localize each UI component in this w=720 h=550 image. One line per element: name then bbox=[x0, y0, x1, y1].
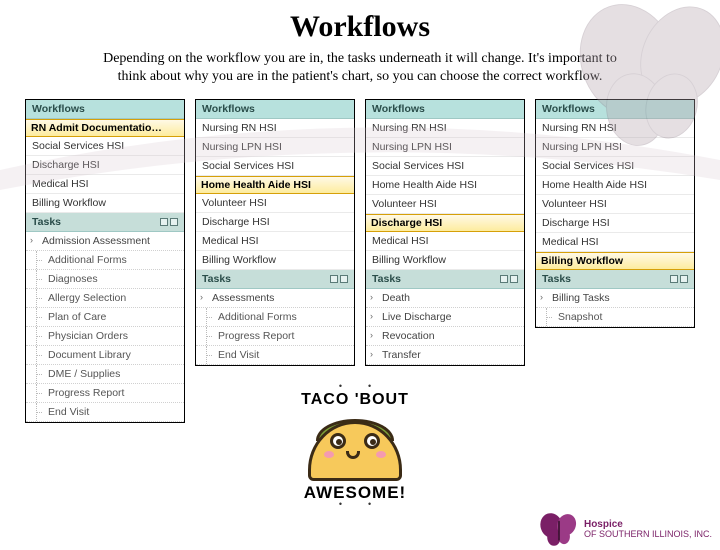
task-item[interactable]: Additional Forms bbox=[26, 251, 184, 270]
collapse-expand-icon[interactable] bbox=[500, 275, 518, 283]
workflow-item[interactable]: Volunteer HSI bbox=[366, 195, 524, 214]
task-item[interactable]: › Billing Tasks bbox=[536, 289, 694, 308]
taco-graphic: •• TACO 'BOUT AWESOME! •• bbox=[260, 385, 450, 509]
task-item[interactable]: Allergy Selection bbox=[26, 289, 184, 308]
chevron-right-icon: › bbox=[370, 311, 373, 321]
panels-row: WorkflowsRN Admit Documentatio…Social Se… bbox=[0, 85, 720, 423]
workflow-item[interactable]: Nursing RN HSI bbox=[536, 119, 694, 138]
task-item[interactable]: Physician Orders bbox=[26, 327, 184, 346]
task-label: Additional Forms bbox=[48, 254, 127, 266]
task-label: DME / Supplies bbox=[48, 368, 120, 380]
task-item[interactable]: Progress Report bbox=[26, 384, 184, 403]
task-item[interactable]: › Admission Assessment bbox=[26, 232, 184, 251]
task-label: Billing Tasks bbox=[552, 292, 610, 304]
task-label: Diagnoses bbox=[48, 273, 98, 285]
task-item[interactable]: DME / Supplies bbox=[26, 365, 184, 384]
task-item[interactable]: › Death bbox=[366, 289, 524, 308]
workflow-item[interactable]: Nursing LPN HSI bbox=[196, 138, 354, 157]
collapse-expand-icon[interactable] bbox=[670, 275, 688, 283]
task-label: Additional Forms bbox=[218, 311, 297, 323]
workflow-item[interactable]: Home Health Aide HSI bbox=[196, 176, 354, 194]
workflow-item[interactable]: Billing Workflow bbox=[26, 194, 184, 213]
task-item[interactable]: Snapshot bbox=[536, 308, 694, 327]
workflows-header: Workflows bbox=[536, 100, 694, 119]
workflow-item[interactable]: Nursing RN HSI bbox=[366, 119, 524, 138]
page-subtitle: Depending on the workflow you are in, th… bbox=[90, 50, 630, 85]
workflow-item[interactable]: Billing Workflow bbox=[366, 251, 524, 270]
workflow-panel: WorkflowsNursing RN HSINursing LPN HSISo… bbox=[535, 99, 695, 328]
chevron-right-icon: › bbox=[370, 292, 373, 302]
workflow-item[interactable]: Billing Workflow bbox=[196, 251, 354, 270]
workflow-item[interactable]: Discharge HSI bbox=[196, 213, 354, 232]
task-label: Assessments bbox=[212, 292, 274, 304]
workflow-item[interactable]: Medical HSI bbox=[26, 175, 184, 194]
workflow-item[interactable]: Home Health Aide HSI bbox=[536, 176, 694, 195]
task-item[interactable]: Plan of Care bbox=[26, 308, 184, 327]
workflow-item[interactable]: Social Services HSI bbox=[536, 157, 694, 176]
chevron-right-icon: › bbox=[540, 292, 543, 302]
workflows-header: Workflows bbox=[26, 100, 184, 119]
workflow-panel: WorkflowsNursing RN HSINursing LPN HSISo… bbox=[195, 99, 355, 366]
task-label: Transfer bbox=[382, 349, 421, 361]
workflow-item[interactable]: Social Services HSI bbox=[366, 157, 524, 176]
task-label: Snapshot bbox=[558, 311, 602, 323]
task-item[interactable]: End Visit bbox=[26, 403, 184, 422]
task-item[interactable]: › Live Discharge bbox=[366, 308, 524, 327]
workflows-header: Workflows bbox=[196, 100, 354, 119]
task-label: Physician Orders bbox=[48, 330, 128, 342]
task-item[interactable]: Progress Report bbox=[196, 327, 354, 346]
page-title: Workflows bbox=[0, 10, 720, 44]
tasks-header: Tasks bbox=[366, 270, 524, 289]
task-item[interactable]: Additional Forms bbox=[196, 308, 354, 327]
task-label: Allergy Selection bbox=[48, 292, 126, 304]
tasks-header: Tasks bbox=[26, 213, 184, 232]
collapse-expand-icon[interactable] bbox=[330, 275, 348, 283]
collapse-expand-icon[interactable] bbox=[160, 218, 178, 226]
chevron-right-icon: › bbox=[30, 235, 33, 245]
workflow-item[interactable]: RN Admit Documentatio… bbox=[26, 119, 184, 137]
task-label: Document Library bbox=[48, 349, 131, 361]
workflow-item[interactable]: Medical HSI bbox=[366, 232, 524, 251]
workflow-panel: WorkflowsNursing RN HSINursing LPN HSISo… bbox=[365, 99, 525, 366]
task-label: Progress Report bbox=[218, 330, 294, 342]
workflow-item[interactable]: Nursing LPN HSI bbox=[536, 138, 694, 157]
task-item[interactable]: End Visit bbox=[196, 346, 354, 365]
workflow-item[interactable]: Home Health Aide HSI bbox=[366, 176, 524, 195]
workflow-item[interactable]: Nursing RN HSI bbox=[196, 119, 354, 138]
workflow-item[interactable]: Billing Workflow bbox=[536, 252, 694, 270]
workflow-item[interactable]: Discharge HSI bbox=[366, 214, 524, 232]
hospice-logo: Hospice OF SOUTHERN ILLINOIS, INC. bbox=[538, 512, 712, 546]
task-item[interactable]: › Transfer bbox=[366, 346, 524, 365]
task-item[interactable]: › Revocation bbox=[366, 327, 524, 346]
taco-top-text: TACO 'BOUT bbox=[260, 391, 450, 409]
chevron-right-icon: › bbox=[200, 292, 203, 302]
workflow-item[interactable]: Volunteer HSI bbox=[536, 195, 694, 214]
workflow-item[interactable]: Volunteer HSI bbox=[196, 194, 354, 213]
task-label: End Visit bbox=[48, 406, 89, 418]
task-label: Revocation bbox=[382, 330, 435, 342]
workflow-item[interactable]: Discharge HSI bbox=[536, 214, 694, 233]
tasks-header: Tasks bbox=[196, 270, 354, 289]
task-label: End Visit bbox=[218, 349, 259, 361]
task-label: Live Discharge bbox=[382, 311, 451, 323]
workflow-item[interactable]: Nursing LPN HSI bbox=[366, 138, 524, 157]
task-label: Admission Assessment bbox=[42, 235, 150, 247]
chevron-right-icon: › bbox=[370, 349, 373, 359]
task-label: Death bbox=[382, 292, 410, 304]
workflow-item[interactable]: Social Services HSI bbox=[196, 157, 354, 176]
workflow-item[interactable]: Medical HSI bbox=[536, 233, 694, 252]
tasks-header: Tasks bbox=[536, 270, 694, 289]
workflow-item[interactable]: Social Services HSI bbox=[26, 137, 184, 156]
chevron-right-icon: › bbox=[370, 330, 373, 340]
logo-sub: OF SOUTHERN ILLINOIS, INC. bbox=[584, 529, 712, 539]
task-item[interactable]: Diagnoses bbox=[26, 270, 184, 289]
workflow-item[interactable]: Medical HSI bbox=[196, 232, 354, 251]
workflow-item[interactable]: Discharge HSI bbox=[26, 156, 184, 175]
task-item[interactable]: Document Library bbox=[26, 346, 184, 365]
task-item[interactable]: › Assessments bbox=[196, 289, 354, 308]
workflows-header: Workflows bbox=[366, 100, 524, 119]
task-label: Plan of Care bbox=[48, 311, 106, 323]
task-label: Progress Report bbox=[48, 387, 124, 399]
workflow-panel: WorkflowsRN Admit Documentatio…Social Se… bbox=[25, 99, 185, 423]
